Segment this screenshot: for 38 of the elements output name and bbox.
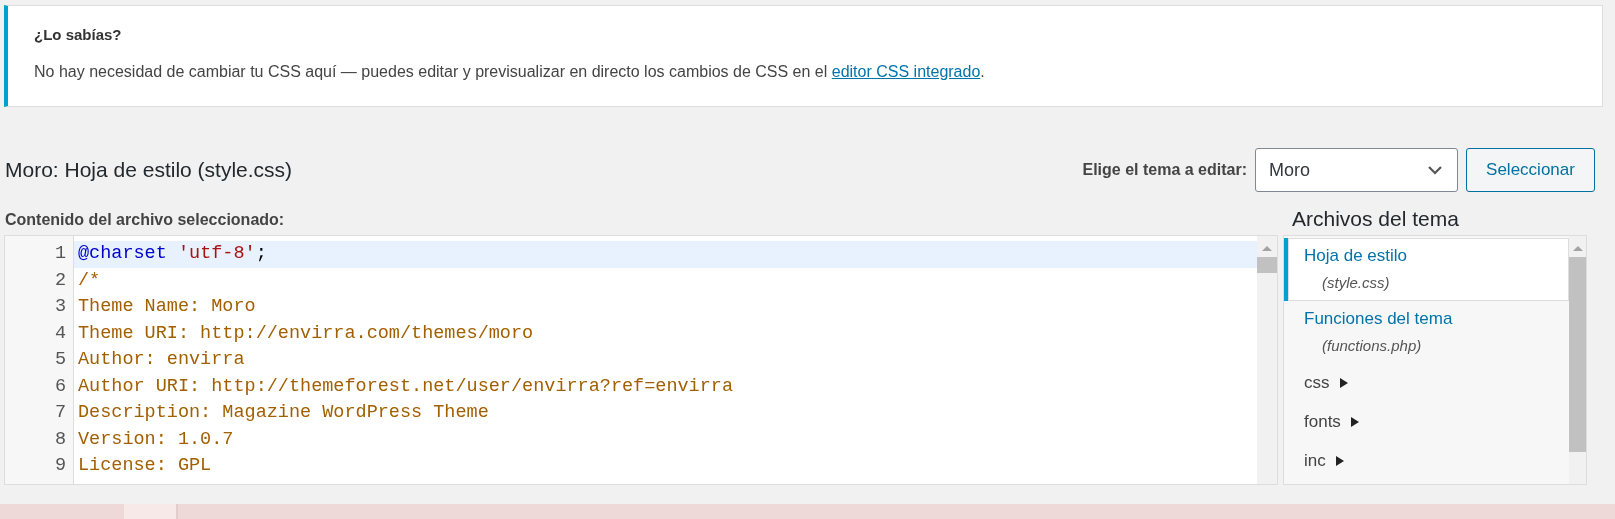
folder-item[interactable]: fonts <box>1304 412 1341 432</box>
scrollbar[interactable] <box>1569 236 1586 484</box>
line-number: 7 <box>53 401 67 425</box>
page-title: Moro: Hoja de estilo (style.css) <box>5 158 293 182</box>
theme-select-label: Elige el tema a editar: <box>1082 161 1247 179</box>
line-number: 8 <box>53 427 67 452</box>
triangle-right-icon[interactable] <box>1334 455 1345 467</box>
folder-item[interactable]: inc <box>1304 451 1326 471</box>
line-number: 5 <box>53 348 67 372</box>
code-editor[interactable] <box>4 235 1278 485</box>
editor-link[interactable]: editor CSS integrado <box>831 63 981 80</box>
code-line: License: GPL <box>77 454 213 478</box>
code-line: /* <box>77 268 102 293</box>
file-content-label: Contenido del archivo seleccionado: <box>5 210 286 230</box>
code-line: Author: envirra <box>77 348 246 372</box>
triangle-right-icon[interactable] <box>1349 416 1360 428</box>
code-line: Theme URI: http://envirra.com/themes/moro <box>77 321 535 346</box>
triangle-right-icon[interactable] <box>1338 377 1349 389</box>
files-heading: Archivos del tema <box>1291 206 1460 232</box>
scrollbar[interactable] <box>1257 236 1277 484</box>
code-line: Description: Magazine WordPress Theme <box>77 401 490 425</box>
line-number: 1 <box>53 242 67 266</box>
code-line: Theme Name: Moro <box>77 295 257 319</box>
file-item[interactable]: Hoja de estilo (style.css) <box>1284 238 1569 301</box>
line-number: 3 <box>53 295 67 319</box>
code-line: Version: 1.0.7 <box>77 427 235 452</box>
chevron-down-icon <box>1427 165 1443 175</box>
code-line: Author URI: http://themeforest.net/user/envirra?ref=envirra <box>77 374 734 399</box>
line-number: 2 <box>53 268 67 293</box>
theme-select[interactable]: Moro <box>1255 148 1458 192</box>
line-number: 9 <box>53 454 67 478</box>
line-number: 4 <box>53 321 67 346</box>
file-item[interactable]: Funciones del tema (functions.php) <box>1284 301 1569 364</box>
notice-text: No hay necesidad de cambiar tu CSS aquí — puedes editar y previsualizar en directo los cambios de CSS en el editor CSS integrado. <box>34 63 986 81</box>
select-button[interactable]: Seleccionar <box>1466 148 1595 192</box>
notice-title: ¿Lo sabías? <box>34 26 123 43</box>
folder-item[interactable]: css <box>1304 373 1330 393</box>
line-number: 6 <box>53 374 67 399</box>
